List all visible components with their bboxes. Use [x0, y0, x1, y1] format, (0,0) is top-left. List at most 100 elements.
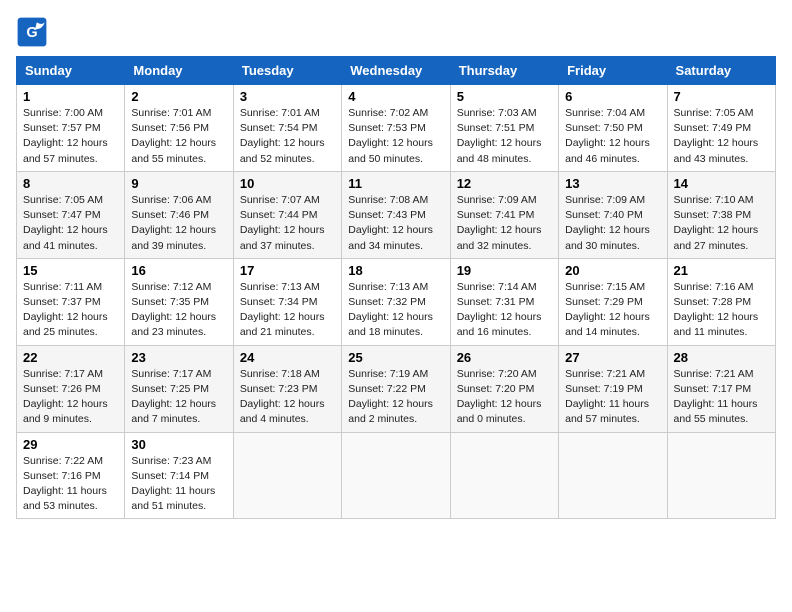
calendar-cell: 29 Sunrise: 7:22 AM Sunset: 7:16 PM Dayli…: [17, 432, 125, 519]
calendar-cell: 13 Sunrise: 7:09 AM Sunset: 7:40 PM Dayli…: [559, 171, 667, 258]
day-number: 10: [240, 176, 335, 191]
week-row-2: 8 Sunrise: 7:05 AM Sunset: 7:47 PM Daylig…: [17, 171, 776, 258]
day-info: Sunrise: 7:07 AM Sunset: 7:44 PM Dayligh…: [240, 193, 335, 254]
calendar-cell: 14 Sunrise: 7:10 AM Sunset: 7:38 PM Dayli…: [667, 171, 775, 258]
day-info: Sunrise: 7:05 AM Sunset: 7:49 PM Dayligh…: [674, 106, 769, 167]
calendar-cell: 2 Sunrise: 7:01 AM Sunset: 7:56 PM Daylig…: [125, 85, 233, 172]
weekday-header-saturday: Saturday: [667, 57, 775, 85]
calendar-cell: 17 Sunrise: 7:13 AM Sunset: 7:34 PM Dayli…: [233, 258, 341, 345]
calendar-cell: [342, 432, 450, 519]
header: G: [16, 16, 776, 48]
weekday-header-wednesday: Wednesday: [342, 57, 450, 85]
calendar-cell: 15 Sunrise: 7:11 AM Sunset: 7:37 PM Dayli…: [17, 258, 125, 345]
day-number: 14: [674, 176, 769, 191]
calendar-cell: 10 Sunrise: 7:07 AM Sunset: 7:44 PM Dayli…: [233, 171, 341, 258]
day-info: Sunrise: 7:08 AM Sunset: 7:43 PM Dayligh…: [348, 193, 443, 254]
day-number: 1: [23, 89, 118, 104]
calendar-cell: 23 Sunrise: 7:17 AM Sunset: 7:25 PM Dayli…: [125, 345, 233, 432]
day-info: Sunrise: 7:01 AM Sunset: 7:56 PM Dayligh…: [131, 106, 226, 167]
calendar-cell: 3 Sunrise: 7:01 AM Sunset: 7:54 PM Daylig…: [233, 85, 341, 172]
day-number: 28: [674, 350, 769, 365]
calendar-cell: 7 Sunrise: 7:05 AM Sunset: 7:49 PM Daylig…: [667, 85, 775, 172]
day-info: Sunrise: 7:06 AM Sunset: 7:46 PM Dayligh…: [131, 193, 226, 254]
day-number: 8: [23, 176, 118, 191]
day-number: 21: [674, 263, 769, 278]
logo: G: [16, 16, 52, 48]
calendar-cell: 27 Sunrise: 7:21 AM Sunset: 7:19 PM Dayli…: [559, 345, 667, 432]
weekday-header-monday: Monday: [125, 57, 233, 85]
calendar-cell: 26 Sunrise: 7:20 AM Sunset: 7:20 PM Dayli…: [450, 345, 558, 432]
calendar-table: SundayMondayTuesdayWednesdayThursdayFrid…: [16, 56, 776, 519]
day-number: 7: [674, 89, 769, 104]
day-number: 9: [131, 176, 226, 191]
day-info: Sunrise: 7:20 AM Sunset: 7:20 PM Dayligh…: [457, 367, 552, 428]
calendar-cell: 19 Sunrise: 7:14 AM Sunset: 7:31 PM Dayli…: [450, 258, 558, 345]
day-info: Sunrise: 7:02 AM Sunset: 7:53 PM Dayligh…: [348, 106, 443, 167]
day-info: Sunrise: 7:00 AM Sunset: 7:57 PM Dayligh…: [23, 106, 118, 167]
day-info: Sunrise: 7:01 AM Sunset: 7:54 PM Dayligh…: [240, 106, 335, 167]
calendar-cell: [667, 432, 775, 519]
calendar-cell: 20 Sunrise: 7:15 AM Sunset: 7:29 PM Dayli…: [559, 258, 667, 345]
week-row-5: 29 Sunrise: 7:22 AM Sunset: 7:16 PM Dayli…: [17, 432, 776, 519]
day-info: Sunrise: 7:09 AM Sunset: 7:40 PM Dayligh…: [565, 193, 660, 254]
day-info: Sunrise: 7:09 AM Sunset: 7:41 PM Dayligh…: [457, 193, 552, 254]
day-number: 30: [131, 437, 226, 452]
day-info: Sunrise: 7:15 AM Sunset: 7:29 PM Dayligh…: [565, 280, 660, 341]
day-number: 12: [457, 176, 552, 191]
day-number: 23: [131, 350, 226, 365]
calendar-cell: [559, 432, 667, 519]
week-row-1: 1 Sunrise: 7:00 AM Sunset: 7:57 PM Daylig…: [17, 85, 776, 172]
calendar-cell: 28 Sunrise: 7:21 AM Sunset: 7:17 PM Dayli…: [667, 345, 775, 432]
day-info: Sunrise: 7:10 AM Sunset: 7:38 PM Dayligh…: [674, 193, 769, 254]
calendar-cell: 11 Sunrise: 7:08 AM Sunset: 7:43 PM Dayli…: [342, 171, 450, 258]
day-info: Sunrise: 7:05 AM Sunset: 7:47 PM Dayligh…: [23, 193, 118, 254]
day-number: 6: [565, 89, 660, 104]
day-info: Sunrise: 7:17 AM Sunset: 7:26 PM Dayligh…: [23, 367, 118, 428]
calendar-cell: 4 Sunrise: 7:02 AM Sunset: 7:53 PM Daylig…: [342, 85, 450, 172]
day-number: 20: [565, 263, 660, 278]
calendar-cell: 18Sunrise: 7:13 AM Sunset: 7:32 PM Dayli…: [342, 258, 450, 345]
day-number: 5: [457, 89, 552, 104]
day-info: Sunrise: 7:13 AM Sunset: 7:34 PM Dayligh…: [240, 280, 335, 341]
day-number: 13: [565, 176, 660, 191]
day-number: 2: [131, 89, 226, 104]
day-info: Sunrise: 7:11 AM Sunset: 7:37 PM Dayligh…: [23, 280, 118, 341]
day-info: Sunrise: 7:21 AM Sunset: 7:19 PM Dayligh…: [565, 367, 660, 428]
weekday-header-tuesday: Tuesday: [233, 57, 341, 85]
day-info: Sunrise: 7:22 AM Sunset: 7:16 PM Dayligh…: [23, 454, 118, 515]
weekday-header-row: SundayMondayTuesdayWednesdayThursdayFrid…: [17, 57, 776, 85]
day-number: 3: [240, 89, 335, 104]
weekday-header-sunday: Sunday: [17, 57, 125, 85]
day-number: 26: [457, 350, 552, 365]
day-info: Sunrise: 7:12 AM Sunset: 7:35 PM Dayligh…: [131, 280, 226, 341]
day-number: 17: [240, 263, 335, 278]
day-info: Sunrise: 7:03 AM Sunset: 7:51 PM Dayligh…: [457, 106, 552, 167]
day-info: Sunrise: 7:14 AM Sunset: 7:31 PM Dayligh…: [457, 280, 552, 341]
calendar-cell: 30 Sunrise: 7:23 AM Sunset: 7:14 PM Dayli…: [125, 432, 233, 519]
day-info: Sunrise: 7:04 AM Sunset: 7:50 PM Dayligh…: [565, 106, 660, 167]
day-number: 19: [457, 263, 552, 278]
week-row-3: 15 Sunrise: 7:11 AM Sunset: 7:37 PM Dayli…: [17, 258, 776, 345]
day-info: Sunrise: 7:23 AM Sunset: 7:14 PM Dayligh…: [131, 454, 226, 515]
week-row-4: 22 Sunrise: 7:17 AM Sunset: 7:26 PM Dayli…: [17, 345, 776, 432]
calendar-cell: 24Sunrise: 7:18 AM Sunset: 7:23 PM Dayli…: [233, 345, 341, 432]
day-info: Sunrise: 7:19 AM Sunset: 7:22 PM Dayligh…: [348, 367, 443, 428]
day-number: 4: [348, 89, 443, 104]
calendar-cell: 9 Sunrise: 7:06 AM Sunset: 7:46 PM Daylig…: [125, 171, 233, 258]
day-number: 27: [565, 350, 660, 365]
calendar-cell: 21Sunrise: 7:16 AM Sunset: 7:28 PM Dayli…: [667, 258, 775, 345]
day-number: 29: [23, 437, 118, 452]
calendar-cell: 8 Sunrise: 7:05 AM Sunset: 7:47 PM Daylig…: [17, 171, 125, 258]
day-number: 11: [348, 176, 443, 191]
day-number: 16: [131, 263, 226, 278]
weekday-header-friday: Friday: [559, 57, 667, 85]
day-info: Sunrise: 7:17 AM Sunset: 7:25 PM Dayligh…: [131, 367, 226, 428]
day-number: 22: [23, 350, 118, 365]
calendar-cell: 22 Sunrise: 7:17 AM Sunset: 7:26 PM Dayli…: [17, 345, 125, 432]
logo-icon: G: [16, 16, 48, 48]
calendar-cell: 1 Sunrise: 7:00 AM Sunset: 7:57 PM Daylig…: [17, 85, 125, 172]
day-info: Sunrise: 7:21 AM Sunset: 7:17 PM Dayligh…: [674, 367, 769, 428]
calendar-cell: 5 Sunrise: 7:03 AM Sunset: 7:51 PM Daylig…: [450, 85, 558, 172]
calendar-cell: 12 Sunrise: 7:09 AM Sunset: 7:41 PM Dayli…: [450, 171, 558, 258]
day-number: 15: [23, 263, 118, 278]
